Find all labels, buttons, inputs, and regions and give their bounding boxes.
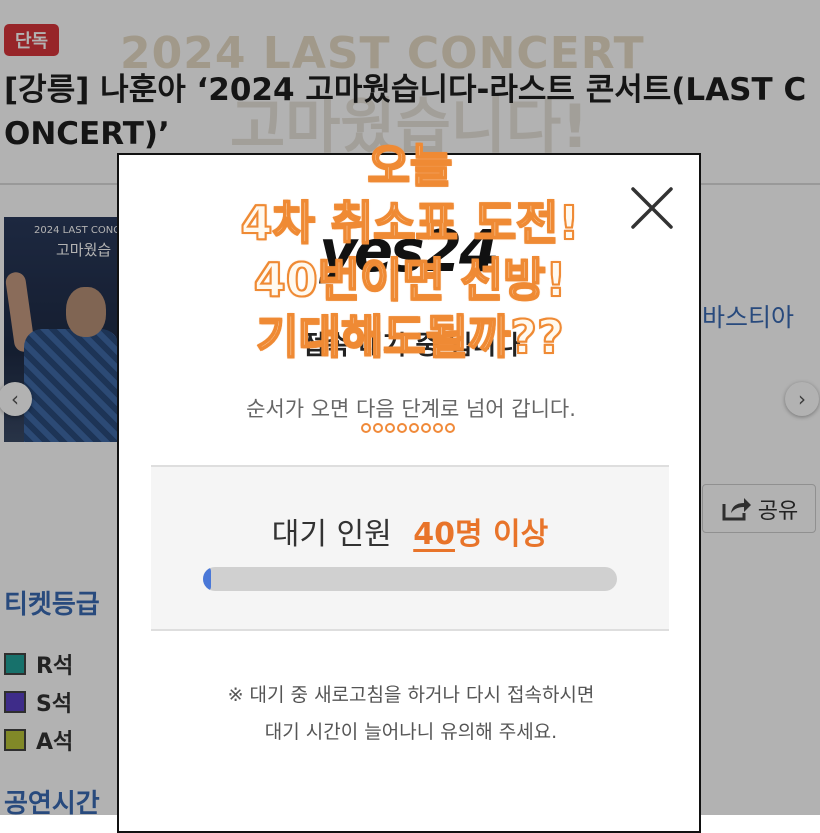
queue-progress-fill [203,567,212,591]
overlay-caption: 오늘 4차 취소표 도전! 40번이면 선방! 기대해도될까?? [0,138,820,366]
caption-line-4: 기대해도될까?? [255,309,564,365]
caption-line-3: 40번이면 선방! [253,252,568,308]
queue-suffix: 명 이상 [454,517,549,552]
queue-progress-bar [203,567,617,591]
notice-line-1: ※ 대기 중 새로고침을 하거나 다시 접속하시면 [227,684,595,706]
queue-info-box: 대기 인원 40명 이상 [151,465,669,631]
caption-line-2: 4차 취소표 도전! [240,195,581,251]
loading-dots [361,423,455,433]
queue-label: 대기 인원 [271,517,392,552]
queue-number: 40 [413,517,455,552]
notice-line-2: 대기 시간이 늘어나니 유의해 주세요. [264,721,558,743]
queue-hint-text: 순서가 오면 다음 단계로 넘어 갑니다. [246,397,576,421]
queue-count-line: 대기 인원 40명 이상 [151,509,669,553]
queue-count-value: 40명 이상 [413,517,548,552]
caption-line-1: 오늘 [367,138,454,194]
refresh-notice: ※ 대기 중 새로고침을 하거나 다시 접속하시면 대기 시간이 늘어나니 유의… [119,677,703,751]
